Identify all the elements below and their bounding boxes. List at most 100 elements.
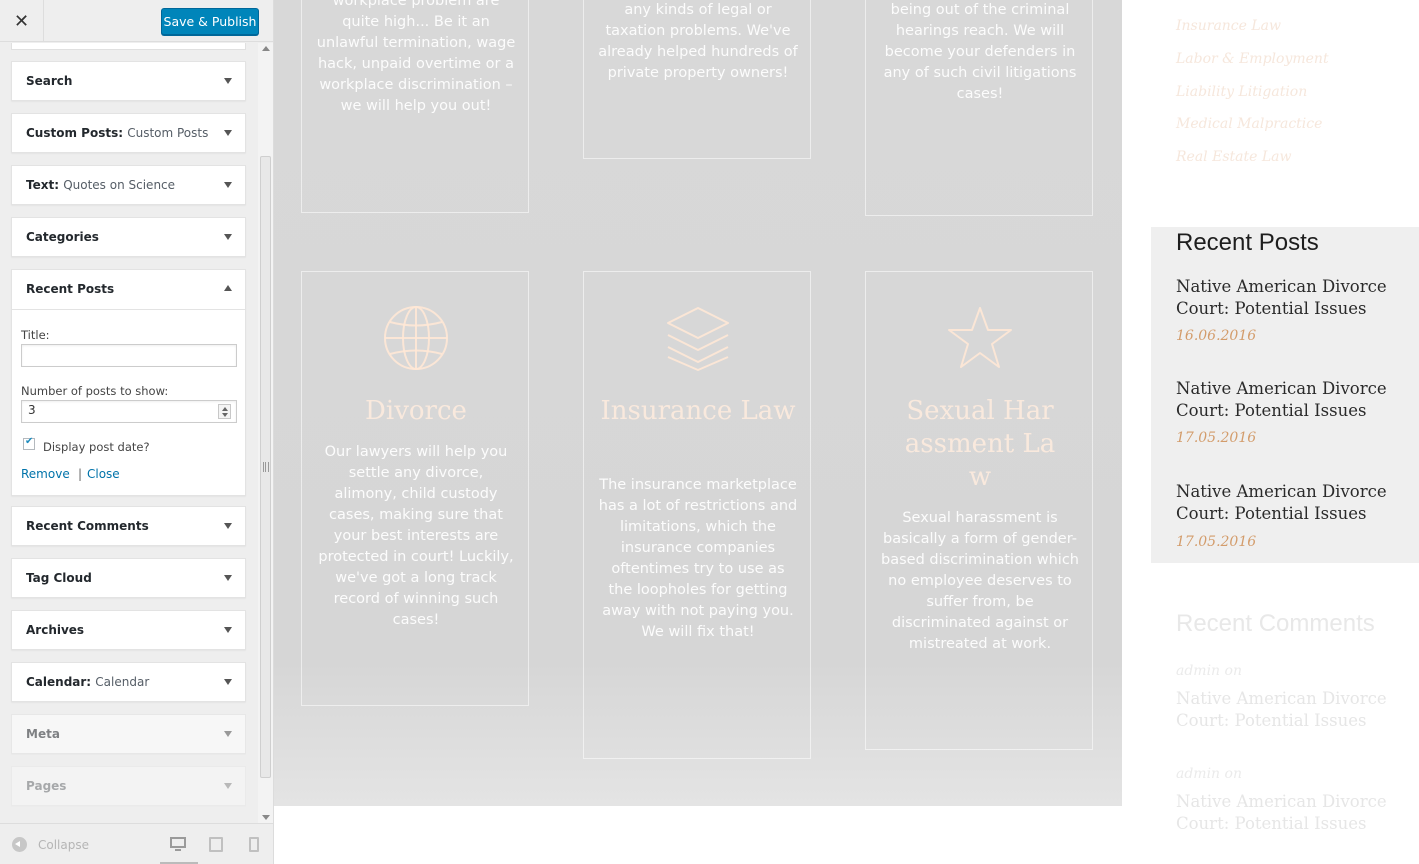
services-section: workplace problem are quite high... Be i… — [274, 0, 1122, 806]
widget-meta[interactable]: Meta — [11, 714, 246, 754]
widgets-panel[interactable]: Search Custom Posts: Custom Posts Text: … — [0, 43, 258, 823]
widget-title: Recent Posts — [26, 282, 115, 296]
service-card: any kinds of legal or taxation problems.… — [583, 0, 811, 159]
arrow-down-icon[interactable] — [224, 78, 232, 84]
widget-recent-posts: Recent Posts Title: Number of posts to s… — [11, 269, 246, 496]
widget-title: Tag Cloud — [26, 571, 92, 585]
recent-posts-heading: Recent Posts — [1176, 229, 1319, 256]
recent-post-link[interactable]: Native American Divorce Court: Potential… — [1176, 378, 1416, 422]
widget-subtitle: Calendar — [95, 675, 150, 689]
blog-sidebar: Insurance Law Labor & Employment Liabili… — [1122, 0, 1419, 864]
arrow-down-icon[interactable] — [224, 523, 232, 529]
arrow-down-icon[interactable] — [224, 234, 232, 240]
widget-subtitle: Quotes on Science — [63, 178, 176, 192]
widget-title: Calendar: — [26, 675, 92, 689]
recent-post-date: 16.06.2016 — [1176, 328, 1257, 344]
arrow-down-icon[interactable] — [224, 130, 232, 136]
widget-tag-cloud[interactable]: Tag Cloud — [11, 558, 246, 598]
customizer-footer: Collapse — [0, 823, 273, 864]
category-link[interactable]: Real Estate Law — [1176, 149, 1291, 165]
comment-post-link[interactable]: Native American Divorce Court: Potential… — [1176, 791, 1416, 835]
widget-title: Archives — [26, 623, 85, 637]
service-card-insurance: Insurance Law The insurance marketplace … — [583, 271, 811, 759]
service-text: workplace problem are quite high... Be i… — [316, 0, 516, 114]
service-card: workplace problem are quite high... Be i… — [301, 0, 529, 213]
widget-title: Text: — [26, 178, 60, 192]
scroll-down-icon[interactable] — [262, 815, 270, 820]
arrow-down-icon[interactable] — [224, 731, 232, 737]
recent-posts-widget: Recent Posts Native American Divorce Cou… — [1151, 227, 1419, 563]
service-card: being out of the criminal hearings reach… — [865, 0, 1093, 216]
scroll-up-icon[interactable] — [262, 46, 270, 51]
widget-categories[interactable]: Categories — [11, 217, 246, 257]
widget-pages[interactable]: Pages — [11, 766, 246, 806]
arrow-down-icon[interactable] — [224, 575, 232, 581]
save-publish-button[interactable]: Save & Publish — [161, 8, 259, 35]
number-of-posts-input[interactable]: 3 — [21, 400, 237, 423]
tablet-preview-icon[interactable] — [209, 837, 225, 852]
recent-post-link[interactable]: Native American Divorce Court: Potential… — [1176, 481, 1416, 525]
number-label: Number of posts to show: — [21, 384, 169, 398]
service-title: Sexual Harassment Law — [904, 396, 1056, 492]
recent-post-date: 17.05.2016 — [1176, 534, 1257, 550]
widget-subtitle: Custom Posts — [127, 126, 209, 140]
display-date-checkbox[interactable] — [23, 436, 35, 450]
service-title: Insurance Law — [600, 396, 796, 426]
widget-title: Pages — [26, 779, 67, 793]
widget-partial — [11, 43, 246, 50]
category-link[interactable]: Labor & Employment — [1176, 51, 1329, 67]
spinner-arrows-icon[interactable] — [218, 404, 231, 419]
widget-search[interactable]: Search — [11, 61, 246, 101]
arrow-down-icon[interactable] — [224, 679, 232, 685]
title-input[interactable] — [21, 344, 237, 367]
widget-title: Search — [26, 74, 73, 88]
globe-icon — [384, 306, 448, 370]
service-text: any kinds of legal or taxation problems.… — [598, 2, 798, 81]
customizer-header: ✕ Save & Publish — [0, 0, 273, 42]
mobile-preview-icon[interactable] — [249, 837, 265, 852]
category-link[interactable]: Liability Litigation — [1176, 84, 1307, 100]
service-text: The insurance marketplace has a lot of r… — [598, 477, 798, 640]
widget-text[interactable]: Text: Quotes on Science — [11, 165, 246, 205]
collapse-icon[interactable] — [12, 837, 27, 852]
comment-author: admin on — [1176, 766, 1242, 782]
display-date-label: Display post date? — [43, 440, 150, 454]
arrow-down-icon[interactable] — [224, 182, 232, 188]
star-icon — [948, 307, 1012, 368]
arrow-up-icon[interactable] — [224, 285, 232, 291]
service-text: being out of the criminal hearings reach… — [883, 2, 1077, 102]
category-link[interactable]: Insurance Law — [1176, 18, 1281, 34]
recent-post-link[interactable]: Native American Divorce Court: Potential… — [1176, 276, 1416, 320]
category-link[interactable]: Medical Malpractice — [1176, 116, 1322, 132]
widgets-scrollbar[interactable] — [258, 43, 273, 823]
customizer-sidebar: ✕ Save & Publish Search Custom Posts: Cu… — [0, 0, 274, 864]
service-title: Divorce — [365, 396, 467, 426]
close-icon: ✕ — [13, 10, 30, 32]
comment-author: admin on — [1176, 663, 1242, 679]
service-card-divorce: Divorce Our lawyers will help you settle… — [301, 271, 529, 706]
widget-title: Recent Comments — [26, 519, 149, 533]
widget-title: Meta — [26, 727, 60, 741]
number-value: 3 — [28, 403, 36, 417]
remove-link[interactable]: Remove — [21, 467, 70, 481]
service-text: Sexual harassment is basically a form of… — [881, 510, 1079, 652]
recent-post-date: 17.05.2016 — [1176, 430, 1257, 446]
arrow-down-icon[interactable] — [224, 783, 232, 789]
widget-archives[interactable]: Archives — [11, 610, 246, 650]
resize-handle-icon[interactable] — [263, 462, 269, 472]
desktop-preview-icon[interactable] — [170, 837, 186, 852]
collapse-button[interactable]: Collapse — [38, 838, 89, 852]
comment-post-link[interactable]: Native American Divorce Court: Potential… — [1176, 688, 1416, 732]
widget-recent-comments[interactable]: Recent Comments — [11, 506, 246, 546]
widget-calendar[interactable]: Calendar: Calendar — [11, 662, 246, 702]
widget-custom-posts[interactable]: Custom Posts: Custom Posts — [11, 113, 246, 153]
widget-title: Custom Posts: — [26, 126, 124, 140]
layers-icon — [667, 307, 729, 371]
service-card-harassment: Sexual Harassment Law Sexual harassment … — [865, 271, 1093, 750]
recent-comments-heading: Recent Comments — [1176, 610, 1375, 637]
close-customizer-button[interactable]: ✕ — [0, 0, 44, 42]
arrow-down-icon[interactable] — [224, 627, 232, 633]
link-separator: | — [78, 467, 83, 481]
widget-header[interactable]: Recent Posts — [12, 270, 245, 310]
close-link[interactable]: Close — [87, 467, 120, 481]
